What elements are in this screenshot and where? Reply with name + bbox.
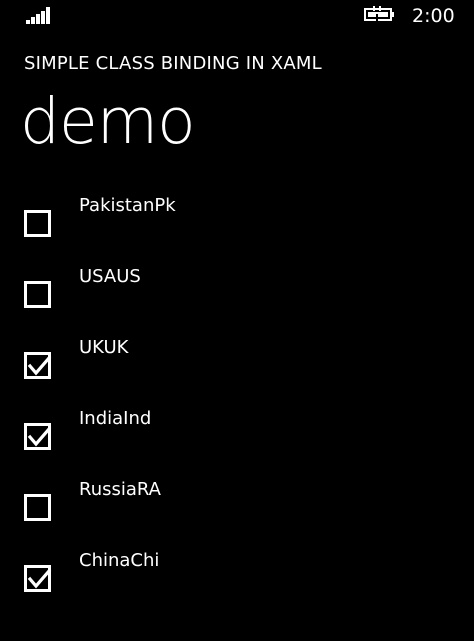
signal-strength-icon: [26, 6, 54, 24]
checkbox-label: RussiaRA: [79, 479, 161, 500]
checkbox[interactable]: [24, 423, 52, 450]
list-item[interactable]: IndiaInd: [0, 405, 474, 476]
checkmark-icon: [27, 426, 52, 447]
checkbox-label: UKUK: [79, 337, 129, 358]
list-item[interactable]: USAUS: [0, 263, 474, 334]
page-title: demo: [20, 85, 196, 158]
checkbox-label: USAUS: [79, 266, 141, 287]
checkmark-icon: [27, 355, 52, 376]
checkbox-label: ChinaChi: [79, 550, 160, 571]
checkbox[interactable]: [24, 565, 52, 592]
list-item[interactable]: RussiaRA: [0, 476, 474, 547]
clock-time: 2:00: [412, 5, 455, 27]
battery-charging-icon: [364, 6, 396, 22]
checkbox-label: IndiaInd: [79, 408, 152, 429]
checkbox[interactable]: [24, 281, 51, 308]
checkbox[interactable]: [24, 494, 51, 521]
list-item[interactable]: ChinaChi: [0, 547, 474, 618]
status-bar: 2:00: [0, 0, 474, 36]
app-title: SIMPLE CLASS BINDING IN XAML: [24, 53, 322, 74]
checkbox-label: PakistanPk: [79, 195, 176, 216]
list-item[interactable]: PakistanPk: [0, 192, 474, 263]
checkbox[interactable]: [24, 352, 52, 379]
checkbox[interactable]: [24, 210, 51, 237]
checkmark-icon: [27, 568, 52, 589]
list-item[interactable]: UKUK: [0, 334, 474, 405]
checkbox-list: PakistanPk USAUS UKUK IndiaInd RussiaRA …: [0, 192, 474, 618]
